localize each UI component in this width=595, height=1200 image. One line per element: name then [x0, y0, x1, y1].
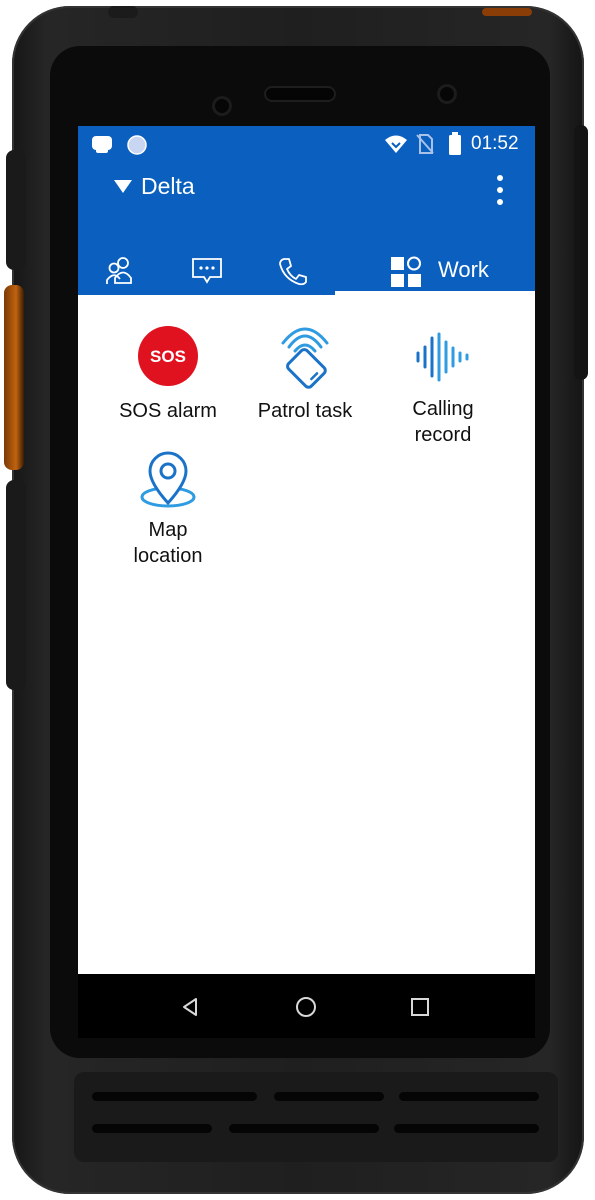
- tab-calls[interactable]: [250, 248, 336, 295]
- tab-contacts[interactable]: [78, 248, 164, 295]
- apps-grid-icon: [391, 256, 421, 287]
- calling-record-tile[interactable]: Calling record: [367, 295, 519, 446]
- more-vertical-icon[interactable]: [490, 174, 510, 208]
- status-time: 01:52: [471, 133, 519, 154]
- dropdown-triangle-icon[interactable]: [114, 180, 132, 193]
- map-pin-icon: [140, 451, 196, 508]
- no-sim-icon: [416, 134, 434, 154]
- tab-work[interactable]: Work: [335, 248, 535, 295]
- contacts-icon: [106, 257, 132, 284]
- app-bar: 01:52 Delta Work: [78, 126, 535, 295]
- proximity-sensor: [437, 84, 457, 104]
- tab-bar: Work: [78, 248, 535, 295]
- recents-icon[interactable]: [405, 992, 435, 1022]
- wifi-icon: [385, 135, 407, 153]
- status-bar: 01:52: [78, 126, 535, 160]
- back-icon[interactable]: [175, 992, 205, 1022]
- system-nav-bar: [78, 974, 535, 1038]
- phone-icon: [279, 258, 307, 286]
- front-camera: [212, 96, 232, 116]
- tab-work-label: Work: [438, 257, 489, 282]
- svg-text:SOS: SOS: [150, 347, 186, 366]
- sos-icon: SOS: [138, 326, 198, 386]
- sync-icon: [127, 135, 147, 155]
- sound-wave-icon: [416, 332, 469, 382]
- earpiece: [264, 86, 336, 102]
- top-knob: [108, 6, 138, 18]
- emergency-key: [482, 8, 532, 16]
- screen: 01:52 Delta Work SOS SOS alarm Patrol ta…: [78, 126, 535, 1038]
- message-icon: [192, 258, 222, 284]
- battery-icon: [449, 132, 461, 155]
- notification-icon: [92, 136, 112, 153]
- home-icon[interactable]: [291, 992, 321, 1022]
- side-key-lower: [6, 480, 26, 690]
- side-key-right: [574, 125, 588, 380]
- group-title[interactable]: Delta: [141, 173, 195, 200]
- sos-alarm-tile[interactable]: SOS SOS alarm: [92, 295, 244, 435]
- nfc-patrol-icon: [281, 327, 329, 389]
- tab-messages[interactable]: [164, 248, 250, 295]
- map-location-tile[interactable]: Map location: [92, 441, 244, 581]
- tile-label: Map location: [133, 519, 203, 567]
- tile-label: Calling record: [412, 398, 474, 446]
- title-row: Delta: [78, 168, 535, 212]
- side-key-upper: [6, 150, 26, 270]
- tile-label: Patrol task: [257, 400, 353, 422]
- speaker-grille: [74, 1072, 558, 1162]
- patrol-task-tile[interactable]: Patrol task: [229, 295, 381, 435]
- ptt-key: [4, 285, 24, 470]
- tile-label: SOS alarm: [119, 400, 217, 422]
